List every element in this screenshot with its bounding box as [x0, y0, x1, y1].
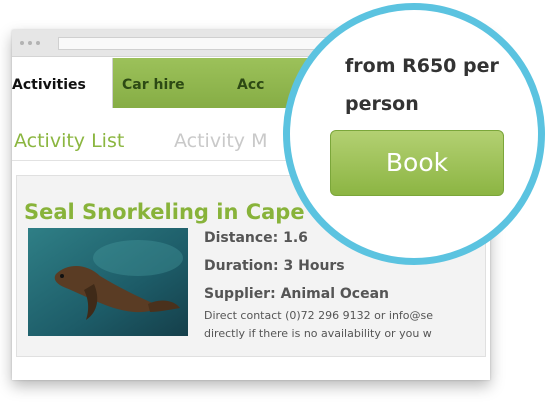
- book-button[interactable]: Book: [330, 130, 504, 196]
- subtab-activity-map[interactable]: Activity M: [174, 130, 268, 152]
- tab-label: Acc: [237, 77, 265, 93]
- magnifier-callout: from R650 per person Book: [283, 3, 545, 265]
- window-dot-icon[interactable]: [20, 41, 24, 45]
- tab-label: Car hire: [122, 77, 185, 93]
- price-text: from R650 per: [345, 55, 499, 77]
- activity-duration: Duration: 3 Hours: [204, 258, 345, 274]
- tab-accommodation[interactable]: Acc: [237, 58, 264, 108]
- tab-car-hire[interactable]: Car hire: [122, 58, 185, 108]
- tab-activities[interactable]: Activities: [12, 58, 113, 108]
- subtab-activity-list[interactable]: Activity List: [14, 130, 124, 152]
- activity-distance: Distance: 1.6: [204, 230, 308, 246]
- activity-supplier: Supplier: Animal Ocean: [204, 286, 389, 302]
- seal-photo: [28, 228, 188, 336]
- activity-title[interactable]: Seal Snorkeling in Cape: [24, 200, 305, 224]
- window-dot-icon[interactable]: [36, 41, 40, 45]
- window-dot-icon[interactable]: [28, 41, 32, 45]
- activity-contact: Direct contact (0)72 296 9132 or info@se: [204, 309, 434, 322]
- tab-label: Activities: [12, 77, 86, 93]
- activity-contact-note: directly if there is no availability or …: [204, 327, 432, 340]
- price-text-unit: person: [345, 93, 419, 115]
